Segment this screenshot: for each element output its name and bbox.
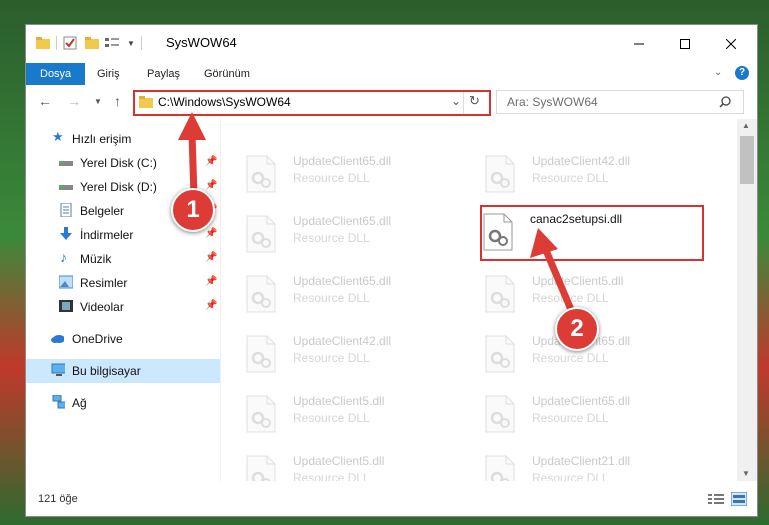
callout-arrows bbox=[178, 112, 576, 314]
callout-badge-2: 2 bbox=[555, 307, 599, 351]
callout-badge-1: 1 bbox=[171, 188, 215, 232]
